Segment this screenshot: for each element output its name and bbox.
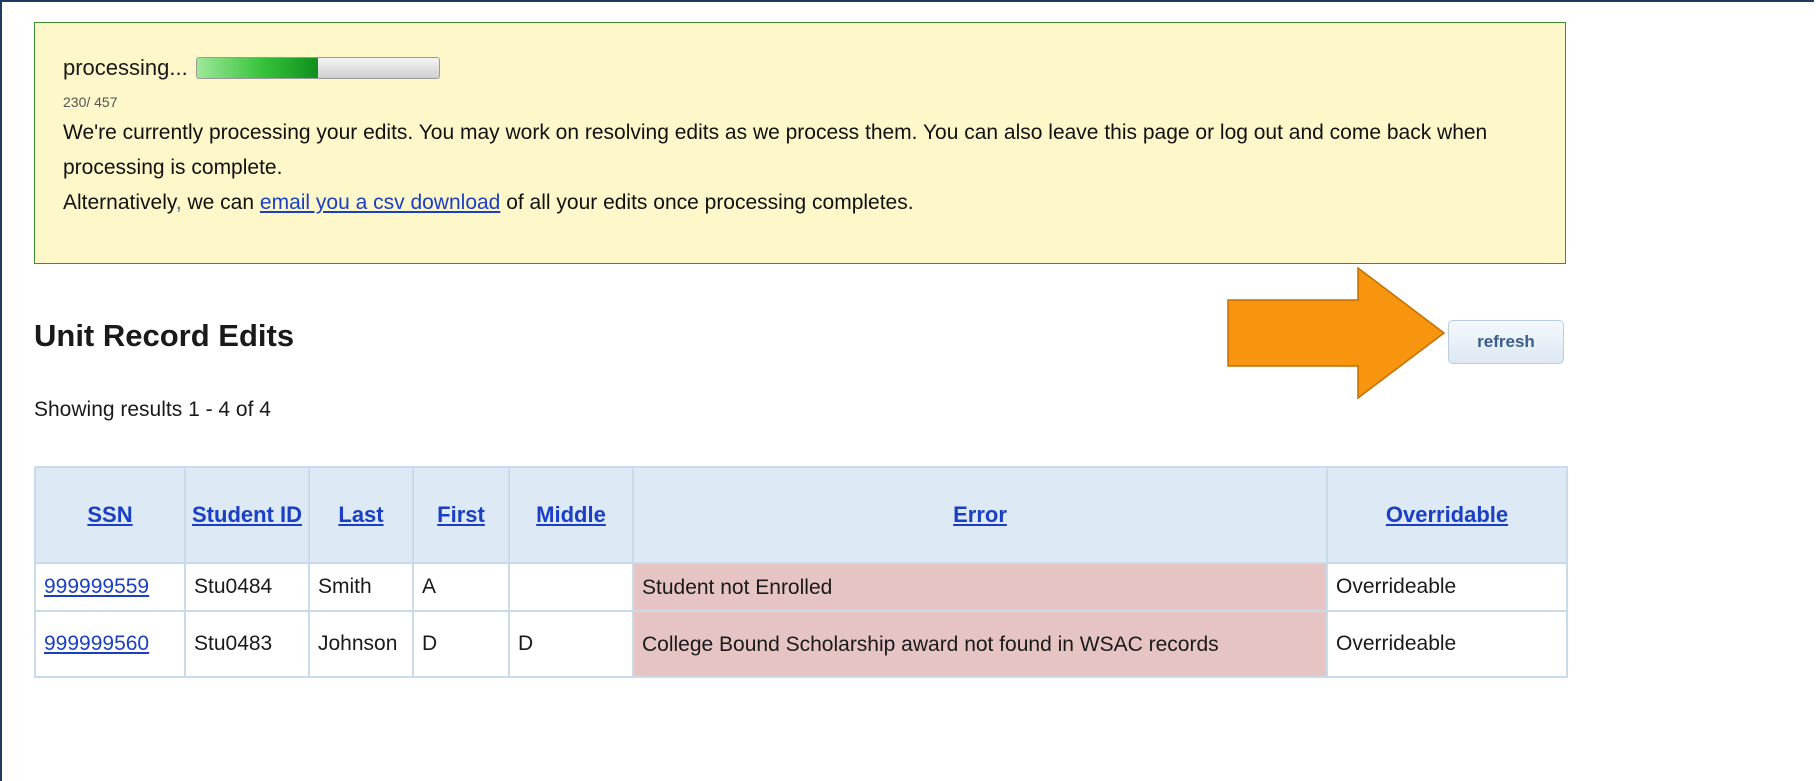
processing-label: processing... bbox=[63, 55, 188, 80]
cell-first: A bbox=[412, 562, 510, 612]
cell-last: Johnson bbox=[308, 610, 414, 678]
cell-last: Smith bbox=[308, 562, 414, 612]
table-row: 999999559 Stu0484 Smith A Student not En… bbox=[34, 562, 1568, 612]
arrow-icon bbox=[1227, 266, 1446, 400]
processing-row: processing... bbox=[63, 51, 1537, 85]
results-count: Showing results 1 - 4 of 4 bbox=[34, 398, 271, 421]
alternative-message: Alternatively, we can email you a csv do… bbox=[63, 185, 1537, 220]
refresh-button[interactable]: refresh bbox=[1448, 320, 1564, 364]
processing-message: We're currently processing your edits. Y… bbox=[63, 121, 1488, 179]
error-text: Student not Enrolled bbox=[642, 575, 833, 599]
progress-fill bbox=[196, 58, 318, 78]
progress-bar bbox=[195, 57, 440, 79]
page-title: Unit Record Edits bbox=[34, 318, 295, 353]
column-header-first[interactable]: First bbox=[412, 466, 510, 564]
cell-first: D bbox=[412, 610, 510, 678]
cell-ssn: 999999559 bbox=[34, 562, 186, 612]
column-header-overridable[interactable]: Overridable bbox=[1326, 466, 1568, 564]
cell-middle bbox=[508, 562, 634, 612]
ssn-link[interactable]: 999999560 bbox=[44, 632, 149, 655]
edits-table: SSN Student ID Last First Middle Error O… bbox=[34, 466, 1568, 678]
cell-error: Student not Enrolled bbox=[632, 562, 1328, 612]
column-header-student-id[interactable]: Student ID bbox=[184, 466, 310, 564]
email-csv-link[interactable]: email you a csv download bbox=[260, 191, 500, 214]
cell-overridable: Overrideable bbox=[1326, 562, 1568, 612]
cell-student-id: Stu0484 bbox=[184, 562, 310, 612]
ssn-link[interactable]: 999999559 bbox=[44, 575, 149, 598]
cell-middle: D bbox=[508, 610, 634, 678]
table-row: 999999560 Stu0483 Johnson D D College Bo… bbox=[34, 610, 1568, 678]
processing-count: 230/ 457 bbox=[63, 94, 118, 110]
column-header-middle[interactable]: Middle bbox=[508, 466, 634, 564]
column-header-error[interactable]: Error bbox=[632, 466, 1328, 564]
cell-error: College Bound Scholarship award not foun… bbox=[632, 610, 1328, 678]
column-header-ssn[interactable]: SSN bbox=[34, 466, 186, 564]
error-text: College Bound Scholarship award not foun… bbox=[642, 632, 1219, 656]
table-header-row: SSN Student ID Last First Middle Error O… bbox=[34, 466, 1568, 564]
processing-notice: processing... 230/ 457 We're currently p… bbox=[34, 22, 1566, 264]
cell-ssn: 999999560 bbox=[34, 610, 186, 678]
alt-suffix: of all your edits once processing comple… bbox=[500, 191, 914, 214]
column-header-last[interactable]: Last bbox=[308, 466, 414, 564]
cell-overridable: Overrideable bbox=[1326, 610, 1568, 678]
alt-prefix: Alternatively bbox=[63, 191, 176, 214]
cell-student-id: Stu0483 bbox=[184, 610, 310, 678]
alt-middle: we can bbox=[181, 191, 260, 214]
